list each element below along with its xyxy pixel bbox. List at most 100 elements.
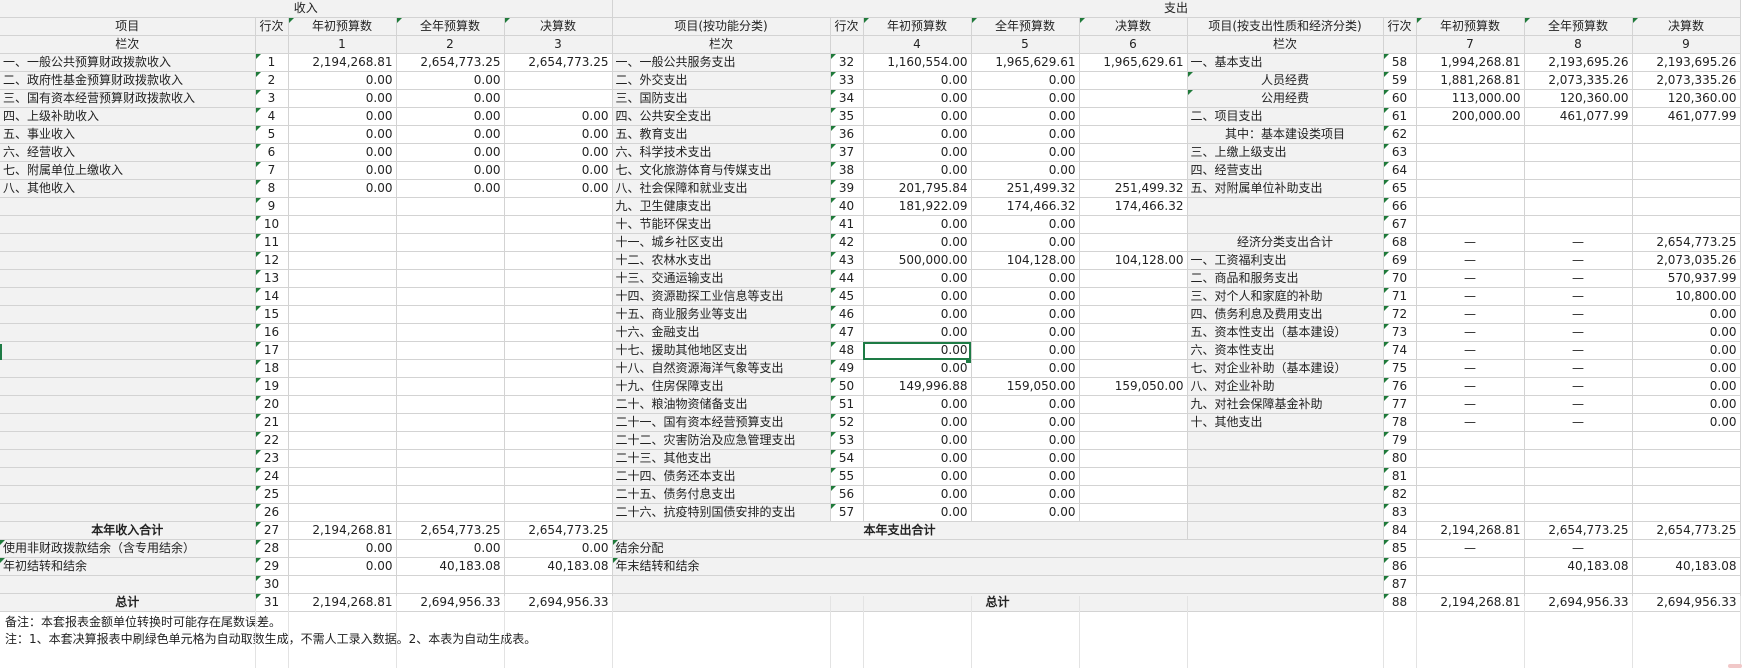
cell-budget-full[interactable]: 0.00 xyxy=(396,71,505,90)
cell-final[interactable] xyxy=(504,89,613,108)
cell-final[interactable] xyxy=(1079,143,1188,162)
row-number[interactable]: 70 xyxy=(1383,269,1417,288)
row-number[interactable]: 31 xyxy=(255,593,289,612)
cell-final[interactable]: 461,077.99 xyxy=(1632,107,1741,126)
cell-budget-full[interactable]: 174,466.32 xyxy=(971,197,1080,216)
cell-budget-initial[interactable]: 0.00 xyxy=(863,467,972,486)
row-number[interactable]: 37 xyxy=(830,143,864,162)
surplus-distribution-label[interactable]: 结余分配 xyxy=(612,539,1384,558)
cell-budget-full[interactable] xyxy=(1524,125,1633,144)
cell-budget-initial[interactable]: 0.00 xyxy=(863,287,972,306)
row-number[interactable]: 65 xyxy=(1383,179,1417,198)
row-number[interactable]: 52 xyxy=(830,413,864,432)
row-number[interactable]: 46 xyxy=(830,305,864,324)
economic-item-label[interactable]: 一、基本支出 xyxy=(1187,53,1384,72)
functional-item-label[interactable]: 二十六、抗疫特别国债安排的支出 xyxy=(612,503,831,522)
cell-budget-full[interactable]: 2,193,695.26 xyxy=(1524,53,1633,72)
cell-final[interactable]: 40,183.08 xyxy=(1632,557,1741,576)
cell-budget-full[interactable]: 2,073,335.26 xyxy=(1524,71,1633,90)
col-label-blank[interactable] xyxy=(830,35,864,54)
cell-final[interactable] xyxy=(1079,125,1188,144)
functional-item-label[interactable]: 二十五、债务付息支出 xyxy=(612,485,831,504)
functional-item-label[interactable]: 四、公共安全支出 xyxy=(612,107,831,126)
cell-final[interactable] xyxy=(1079,269,1188,288)
cell-budget-full[interactable]: 0.00 xyxy=(971,359,1080,378)
cell-budget-initial[interactable]: 0.00 xyxy=(863,485,972,504)
col-number[interactable]: 7 xyxy=(1416,35,1525,54)
cell-final[interactable]: 174,466.32 xyxy=(1079,197,1188,216)
cell-budget-initial[interactable] xyxy=(1416,125,1525,144)
cell-final[interactable] xyxy=(1079,323,1188,342)
cell-budget-initial[interactable] xyxy=(288,503,397,522)
col-label-blank[interactable] xyxy=(255,35,289,54)
cell-budget-full[interactable]: 104,128.00 xyxy=(971,251,1080,270)
cell-budget-full[interactable]: 40,183.08 xyxy=(396,557,505,576)
cell-budget-full[interactable]: 0.00 xyxy=(971,107,1080,126)
cell-budget-initial[interactable] xyxy=(288,395,397,414)
empty-cell[interactable] xyxy=(1524,575,1633,594)
row-number[interactable]: 23 xyxy=(255,449,289,468)
cell-budget-full[interactable]: — xyxy=(1524,305,1633,324)
cell-budget-full[interactable] xyxy=(396,251,505,270)
col-label[interactable]: 栏次 xyxy=(1187,35,1384,54)
grand-total-label-expense[interactable]: 总计 xyxy=(612,593,1384,612)
cell-budget-initial[interactable]: 0.00 xyxy=(288,539,397,558)
col-header-final[interactable]: 决算数 xyxy=(1079,17,1188,36)
cell-budget-full[interactable] xyxy=(396,467,505,486)
row-number[interactable]: 45 xyxy=(830,287,864,306)
economic-item-label[interactable] xyxy=(1187,449,1384,468)
functional-item-label[interactable]: 六、科学技术支出 xyxy=(612,143,831,162)
cell-budget-initial[interactable] xyxy=(1416,215,1525,234)
cell-final[interactable]: 570,937.99 xyxy=(1632,269,1741,288)
economic-item-label[interactable]: 五、资本性支出（基本建设） xyxy=(1187,323,1384,342)
cell-budget-full[interactable]: 0.00 xyxy=(971,143,1080,162)
col-header-budget-initial[interactable]: 年初预算数 xyxy=(288,17,397,36)
row-number[interactable]: 26 xyxy=(255,503,289,522)
cell-final[interactable]: 2,073,335.26 xyxy=(1632,71,1741,90)
cell-budget-full[interactable] xyxy=(396,197,505,216)
expense-total-label[interactable]: 本年支出合计 xyxy=(612,521,1188,540)
economic-item-label[interactable]: 六、资本性支出 xyxy=(1187,341,1384,360)
empty-cell[interactable] xyxy=(288,575,397,594)
cell-budget-initial[interactable]: — xyxy=(1416,341,1525,360)
row-number[interactable]: 59 xyxy=(1383,71,1417,90)
cell-budget-full[interactable]: 0.00 xyxy=(971,341,1080,360)
row-number[interactable]: 28 xyxy=(255,539,289,558)
cell-final[interactable] xyxy=(1079,107,1188,126)
cell-budget-initial[interactable] xyxy=(1416,179,1525,198)
cell-budget-full[interactable] xyxy=(1524,431,1633,450)
economic-item-label[interactable]: 人员经费 xyxy=(1187,71,1384,90)
cell-final[interactable]: 10,800.00 xyxy=(1632,287,1741,306)
selection-fill-handle[interactable] xyxy=(966,358,971,363)
cell-budget-initial[interactable]: 113,000.00 xyxy=(1416,89,1525,108)
cell-final[interactable] xyxy=(1079,71,1188,90)
row-number[interactable]: 76 xyxy=(1383,377,1417,396)
cell-budget-initial[interactable]: 0.00 xyxy=(863,503,972,522)
cell-budget-initial[interactable]: 500,000.00 xyxy=(863,251,972,270)
row-number[interactable]: 40 xyxy=(830,197,864,216)
cell-final[interactable]: 0.00 xyxy=(504,539,613,558)
cell-final[interactable] xyxy=(504,467,613,486)
economic-item-label[interactable]: 四、经营支出 xyxy=(1187,161,1384,180)
cell-budget-full[interactable]: — xyxy=(1524,323,1633,342)
functional-item-label[interactable]: 十八、自然资源海洋气象等支出 xyxy=(612,359,831,378)
row-number[interactable]: 24 xyxy=(255,467,289,486)
cell-budget-full[interactable] xyxy=(396,395,505,414)
row-number[interactable]: 53 xyxy=(830,431,864,450)
col-number[interactable]: 4 xyxy=(863,35,972,54)
cell-budget-full[interactable] xyxy=(396,449,505,468)
cell-final[interactable] xyxy=(504,341,613,360)
functional-item-label[interactable]: 二十二、灾害防治及应急管理支出 xyxy=(612,431,831,450)
row-number[interactable]: 9 xyxy=(255,197,289,216)
cell-budget-initial[interactable] xyxy=(288,287,397,306)
economic-item-label[interactable]: 经济分类支出合计 xyxy=(1187,233,1384,252)
cell-final[interactable] xyxy=(1079,359,1188,378)
income-item-label[interactable]: 一、一般公共预算财政拨款收入 xyxy=(0,53,256,72)
cell-budget-initial[interactable] xyxy=(1416,143,1525,162)
col-header-item-econ[interactable]: 项目(按支出性质和经济分类) xyxy=(1187,17,1384,36)
cell-budget-initial[interactable]: 0.00 xyxy=(863,269,972,288)
col-header-item-func[interactable]: 项目(按功能分类) xyxy=(612,17,831,36)
row-number[interactable]: 21 xyxy=(255,413,289,432)
row-number[interactable]: 58 xyxy=(1383,53,1417,72)
grand-total-budget-initial[interactable]: 2,194,268.81 xyxy=(288,593,397,612)
